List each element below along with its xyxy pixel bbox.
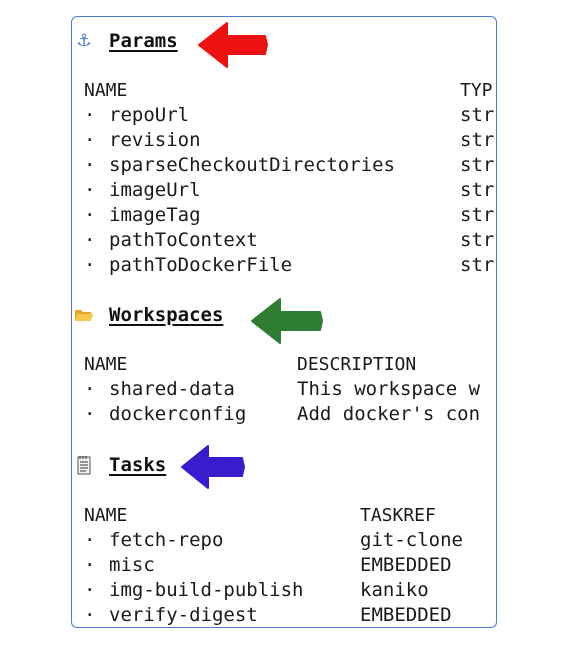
bullet: · <box>84 154 96 176</box>
params-col-name: NAME <box>84 80 128 101</box>
table-row: · dockerconfig Add docker's con <box>84 402 494 427</box>
tasks-header-row: NAME TASKREF <box>84 503 494 528</box>
table-row: · imageTag str <box>84 203 494 228</box>
params-header-row: NAME TYP <box>84 78 494 103</box>
workspaces-col-name: NAME <box>84 354 128 375</box>
table-row: · img-build-publish kaniko <box>84 578 494 603</box>
task-name: fetch-repo <box>109 529 224 551</box>
param-type: str <box>460 129 495 151</box>
param-type: str <box>460 229 495 251</box>
param-type: str <box>460 179 495 201</box>
params-col-type: TYP <box>460 80 493 101</box>
bullet: · <box>84 579 96 601</box>
task-ref: kaniko <box>360 579 429 601</box>
param-type: str <box>460 204 495 226</box>
table-row: · fetch-repo git-clone <box>84 528 494 553</box>
bullet: · <box>84 604 96 626</box>
param-name: imageTag <box>109 204 201 226</box>
workspace-description: Add docker's con <box>297 403 481 425</box>
folder-icon <box>73 304 95 326</box>
param-type: str <box>460 254 495 276</box>
bullet: · <box>84 204 96 226</box>
bullet: · <box>84 254 96 276</box>
param-name: imageUrl <box>109 179 201 201</box>
tasks-col-taskref: TASKREF <box>360 505 436 526</box>
task-ref: EMBEDDED <box>360 604 452 626</box>
tasks-col-name: NAME <box>84 505 128 526</box>
bullet: · <box>84 529 96 551</box>
workspaces-arrow <box>251 298 323 344</box>
task-name: verify-digest <box>109 604 258 626</box>
param-name: pathToDockerFile <box>109 254 293 276</box>
table-row: · imageUrl str <box>84 178 494 203</box>
param-name: repoUrl <box>109 104 190 126</box>
task-ref: git-clone <box>360 529 463 551</box>
bullet: · <box>84 554 96 576</box>
workspace-name: shared-data <box>109 378 235 400</box>
notepad-icon <box>73 454 95 476</box>
bullet: · <box>84 104 96 126</box>
bullet: · <box>84 378 96 400</box>
anchor-icon: ⚓ <box>76 31 92 51</box>
task-name: img-build-publish <box>109 579 304 601</box>
table-row: · misc EMBEDDED <box>84 553 494 578</box>
workspaces-col-description: DESCRIPTION <box>297 354 417 375</box>
params-arrow <box>198 22 268 68</box>
table-row: · pathToDockerFile str <box>84 253 494 278</box>
workspace-description: This workspace w <box>297 378 481 400</box>
bullet: · <box>84 129 96 151</box>
workspaces-title: Workspaces <box>109 304 224 326</box>
workspaces-header-row: NAME DESCRIPTION <box>84 352 494 377</box>
task-name: misc <box>109 554 155 576</box>
table-row: · verify-digest EMBEDDED <box>84 603 494 627</box>
param-type: str <box>460 154 495 176</box>
table-row: · revision str <box>84 128 494 153</box>
param-name: pathToContext <box>109 229 258 251</box>
table-row: · pathToContext str <box>84 228 494 253</box>
table-row: · shared-data This workspace w <box>84 377 494 402</box>
task-ref: EMBEDDED <box>360 554 452 576</box>
tasks-title: Tasks <box>109 454 167 476</box>
pipeline-describe-panel: ⚓ Params NAME TYP · repoUrl str · revisi… <box>71 16 497 628</box>
params-title: Params <box>109 30 178 52</box>
param-type: str <box>460 104 495 126</box>
bullet: · <box>84 179 96 201</box>
bullet: · <box>84 229 96 251</box>
tasks-arrow <box>181 445 245 489</box>
param-name: revision <box>109 129 201 151</box>
workspace-name: dockerconfig <box>109 403 247 425</box>
bullet: · <box>84 403 96 425</box>
table-row: · sparseCheckoutDirectories str <box>84 153 494 178</box>
param-name: sparseCheckoutDirectories <box>109 154 395 176</box>
table-row: · repoUrl str <box>84 103 494 128</box>
